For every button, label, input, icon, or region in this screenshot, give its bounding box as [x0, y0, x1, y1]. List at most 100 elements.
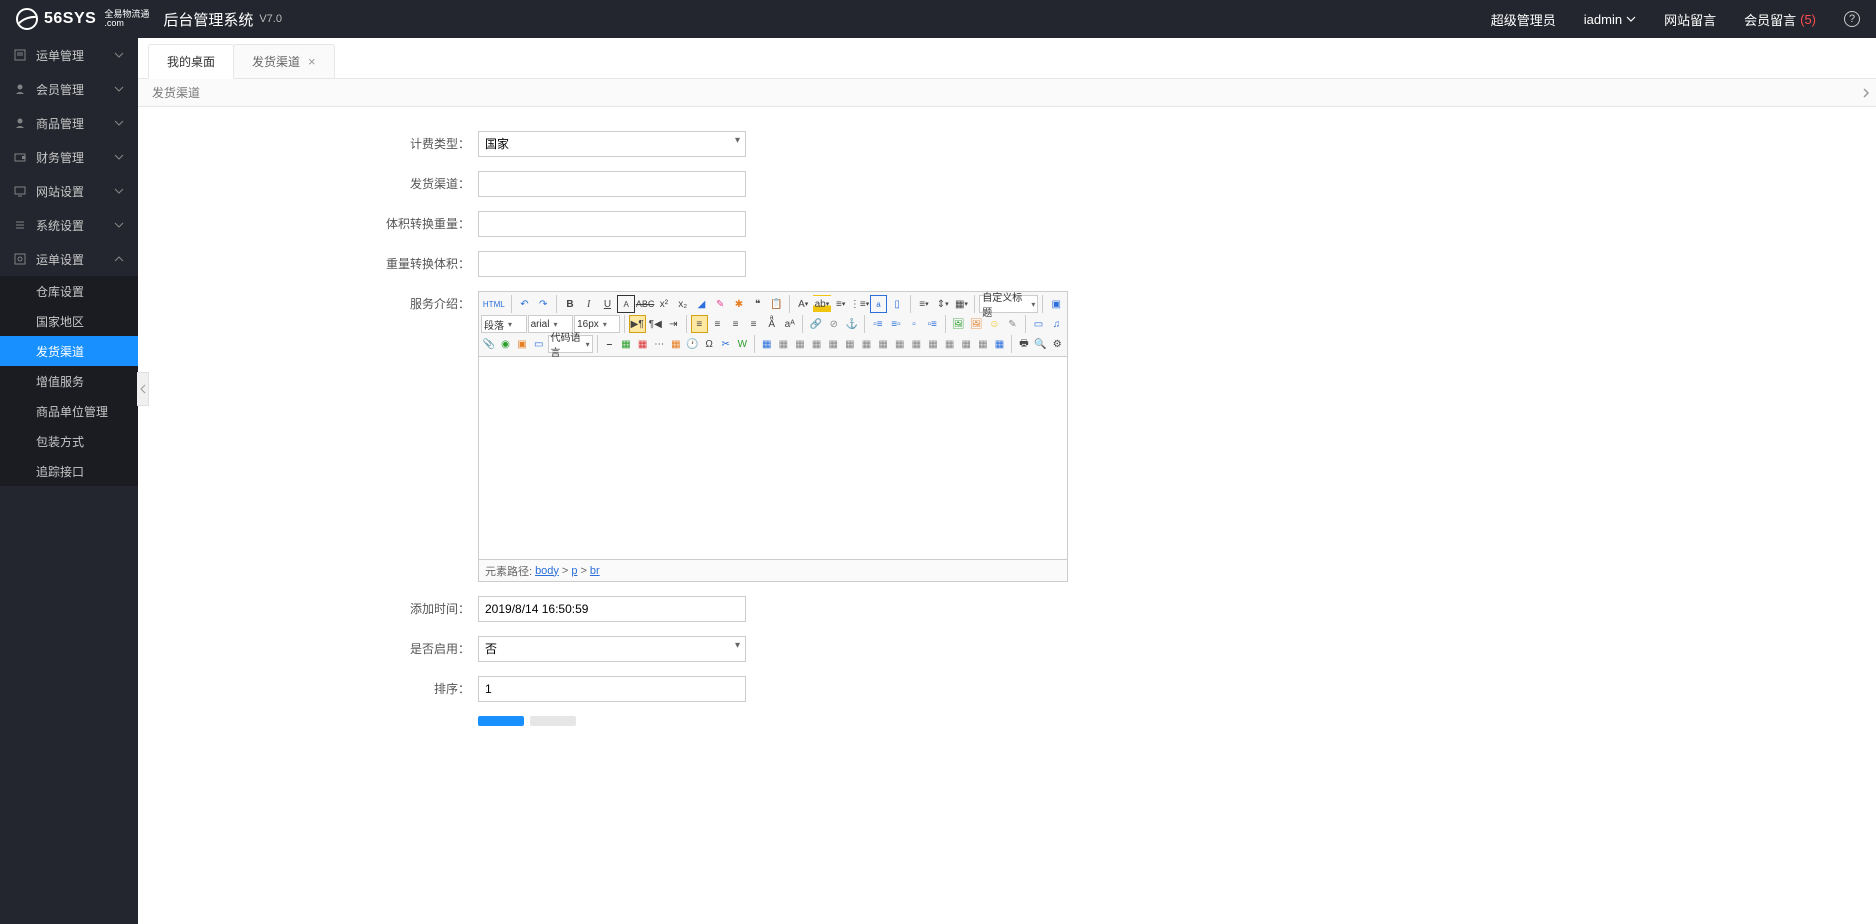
- sidebar-item-waybill-settings[interactable]: 运单设置: [0, 242, 138, 276]
- unlink-icon[interactable]: ⊘: [825, 315, 842, 333]
- insert-col-after-icon[interactable]: ▦: [859, 335, 875, 353]
- underline-icon[interactable]: U: [599, 295, 617, 313]
- paragraph-dropdown[interactable]: 段落: [481, 315, 527, 333]
- help-tool-icon[interactable]: ⚙: [1049, 335, 1065, 353]
- member-message-link[interactable]: 会员留言 (5): [1744, 10, 1816, 29]
- date-icon[interactable]: ▦: [618, 335, 634, 353]
- font-border-icon[interactable]: A: [617, 295, 635, 313]
- paste-plain-icon[interactable]: 📋: [768, 295, 786, 313]
- chart-icon[interactable]: ▦: [992, 335, 1008, 353]
- select-billing-type[interactable]: 国家: [478, 131, 746, 157]
- sidebar-collapse-handle[interactable]: [137, 372, 149, 406]
- clock-icon[interactable]: 🕐: [685, 335, 701, 353]
- sidebar-sub-packaging[interactable]: 包装方式: [0, 426, 138, 456]
- backcolor-icon[interactable]: ab▾: [813, 295, 831, 313]
- forecolor-icon[interactable]: A▾: [794, 295, 812, 313]
- align-left-icon[interactable]: ≡: [691, 315, 708, 333]
- preview-icon[interactable]: 🔍: [1033, 335, 1049, 353]
- merge-down-icon[interactable]: ▦: [925, 335, 941, 353]
- multi-image-icon[interactable]: 🖼: [968, 315, 985, 333]
- wordimage-icon[interactable]: W: [735, 335, 751, 353]
- html-source-icon[interactable]: HTML: [481, 295, 507, 313]
- input-sort[interactable]: [478, 676, 746, 702]
- sidebar-sub-shipping-channel[interactable]: 发货渠道: [0, 336, 138, 366]
- emoji-icon[interactable]: ☺: [986, 315, 1003, 333]
- sidebar-sub-product-unit[interactable]: 商品单位管理: [0, 396, 138, 426]
- sidebar-sub-tracking-api[interactable]: 追踪接口: [0, 456, 138, 486]
- code-lang-dropdown[interactable]: 代码语言: [548, 335, 593, 353]
- admin-user-dropdown[interactable]: iadmin: [1584, 12, 1636, 27]
- input-weight-vol[interactable]: [478, 251, 746, 277]
- scrawl-icon[interactable]: ✎: [1004, 315, 1021, 333]
- superscript-icon[interactable]: x²: [655, 295, 673, 313]
- sidebar-item-waybill-mgmt[interactable]: 运单管理: [0, 38, 138, 72]
- time-icon[interactable]: ▦: [635, 335, 651, 353]
- hr-icon[interactable]: ⎯: [602, 335, 618, 353]
- lowercase-icon[interactable]: aᴬ: [781, 315, 798, 333]
- sidebar-item-member-mgmt[interactable]: 会员管理: [0, 72, 138, 106]
- sidebar-item-finance-mgmt[interactable]: 财务管理: [0, 140, 138, 174]
- link-icon[interactable]: 🔗: [807, 315, 824, 333]
- redo-icon[interactable]: ↷: [534, 295, 552, 313]
- blockquote-icon[interactable]: ❝: [749, 295, 767, 313]
- split-cols-icon[interactable]: ▦: [975, 335, 991, 353]
- calendar-icon[interactable]: ▦: [668, 335, 684, 353]
- uppercase-icon[interactable]: Aͣ: [763, 315, 780, 333]
- video-icon[interactable]: ▭: [1030, 315, 1047, 333]
- img-none-icon[interactable]: ▫≡: [924, 315, 941, 333]
- chevron-right-icon[interactable]: [1862, 87, 1870, 99]
- cancel-button[interactable]: [530, 716, 576, 726]
- sidebar-item-site-settings[interactable]: 网站设置: [0, 174, 138, 208]
- special-char-icon[interactable]: Ω: [701, 335, 717, 353]
- delete-col-icon[interactable]: ▦: [875, 335, 891, 353]
- insert-row-before-icon[interactable]: ▦: [792, 335, 808, 353]
- subscript-icon[interactable]: x₂: [674, 295, 692, 313]
- anchor-icon[interactable]: ⚓: [843, 315, 860, 333]
- indent-icon[interactable]: ⇥: [665, 315, 682, 333]
- site-message-link[interactable]: 网站留言: [1664, 10, 1716, 29]
- img-left-icon[interactable]: ▫≡: [869, 315, 886, 333]
- tab-shipping-channel[interactable]: 发货渠道 ×: [233, 44, 335, 78]
- input-add-time[interactable]: [478, 596, 746, 622]
- bold-icon[interactable]: B: [561, 295, 579, 313]
- insert-col-before-icon[interactable]: ▦: [842, 335, 858, 353]
- insert-row-after-icon[interactable]: ▦: [809, 335, 825, 353]
- border-icon[interactable]: ▦▾: [953, 295, 971, 313]
- align-center-icon[interactable]: ≡: [709, 315, 726, 333]
- snapscreen-icon[interactable]: ✂: [718, 335, 734, 353]
- pagebreak-icon[interactable]: ⋯: [651, 335, 667, 353]
- sidebar-item-product-mgmt[interactable]: 商品管理: [0, 106, 138, 140]
- merge-cells-icon[interactable]: ▦: [892, 335, 908, 353]
- align-justify-icon[interactable]: ≡: [745, 315, 762, 333]
- select-all-icon[interactable]: a: [870, 295, 888, 313]
- split-rows-icon[interactable]: ▦: [958, 335, 974, 353]
- undo-icon[interactable]: ↶: [516, 295, 534, 313]
- unordered-list-icon[interactable]: ⋮≡▾: [851, 295, 869, 313]
- input-channel[interactable]: [478, 171, 746, 197]
- editor-body[interactable]: [479, 357, 1067, 559]
- merge-right-icon[interactable]: ▦: [909, 335, 925, 353]
- print-icon[interactable]: 🖶: [1016, 335, 1032, 353]
- strike-icon[interactable]: ABC: [636, 295, 654, 313]
- delete-row-icon[interactable]: ▦: [825, 335, 841, 353]
- img-center-icon[interactable]: ▫: [906, 315, 923, 333]
- dir-rtl-icon[interactable]: ¶◀: [647, 315, 664, 333]
- insert-image-icon[interactable]: 🖼: [950, 315, 967, 333]
- sidebar-sub-value-added[interactable]: 增值服务: [0, 366, 138, 396]
- sidebar-item-system-settings[interactable]: 系统设置: [0, 208, 138, 242]
- frame-icon[interactable]: ▭: [531, 335, 547, 353]
- path-br[interactable]: br: [590, 565, 600, 577]
- img-right-icon[interactable]: ≡▫: [887, 315, 904, 333]
- input-vol-weight[interactable]: [478, 211, 746, 237]
- custom-title-dropdown[interactable]: 自定义标题: [979, 295, 1038, 313]
- line-spacing-icon[interactable]: ≡▾: [915, 295, 933, 313]
- gmap-icon[interactable]: ▣: [514, 335, 530, 353]
- submit-button[interactable]: [478, 716, 524, 726]
- map-icon[interactable]: ◉: [498, 335, 514, 353]
- eraser-icon[interactable]: ◢: [693, 295, 711, 313]
- autotype-icon[interactable]: ✱: [730, 295, 748, 313]
- align-right-icon[interactable]: ≡: [727, 315, 744, 333]
- music-icon[interactable]: ♫: [1048, 315, 1065, 333]
- fullscreen-icon[interactable]: ▣: [1047, 295, 1065, 313]
- tab-desktop[interactable]: 我的桌面: [148, 44, 234, 79]
